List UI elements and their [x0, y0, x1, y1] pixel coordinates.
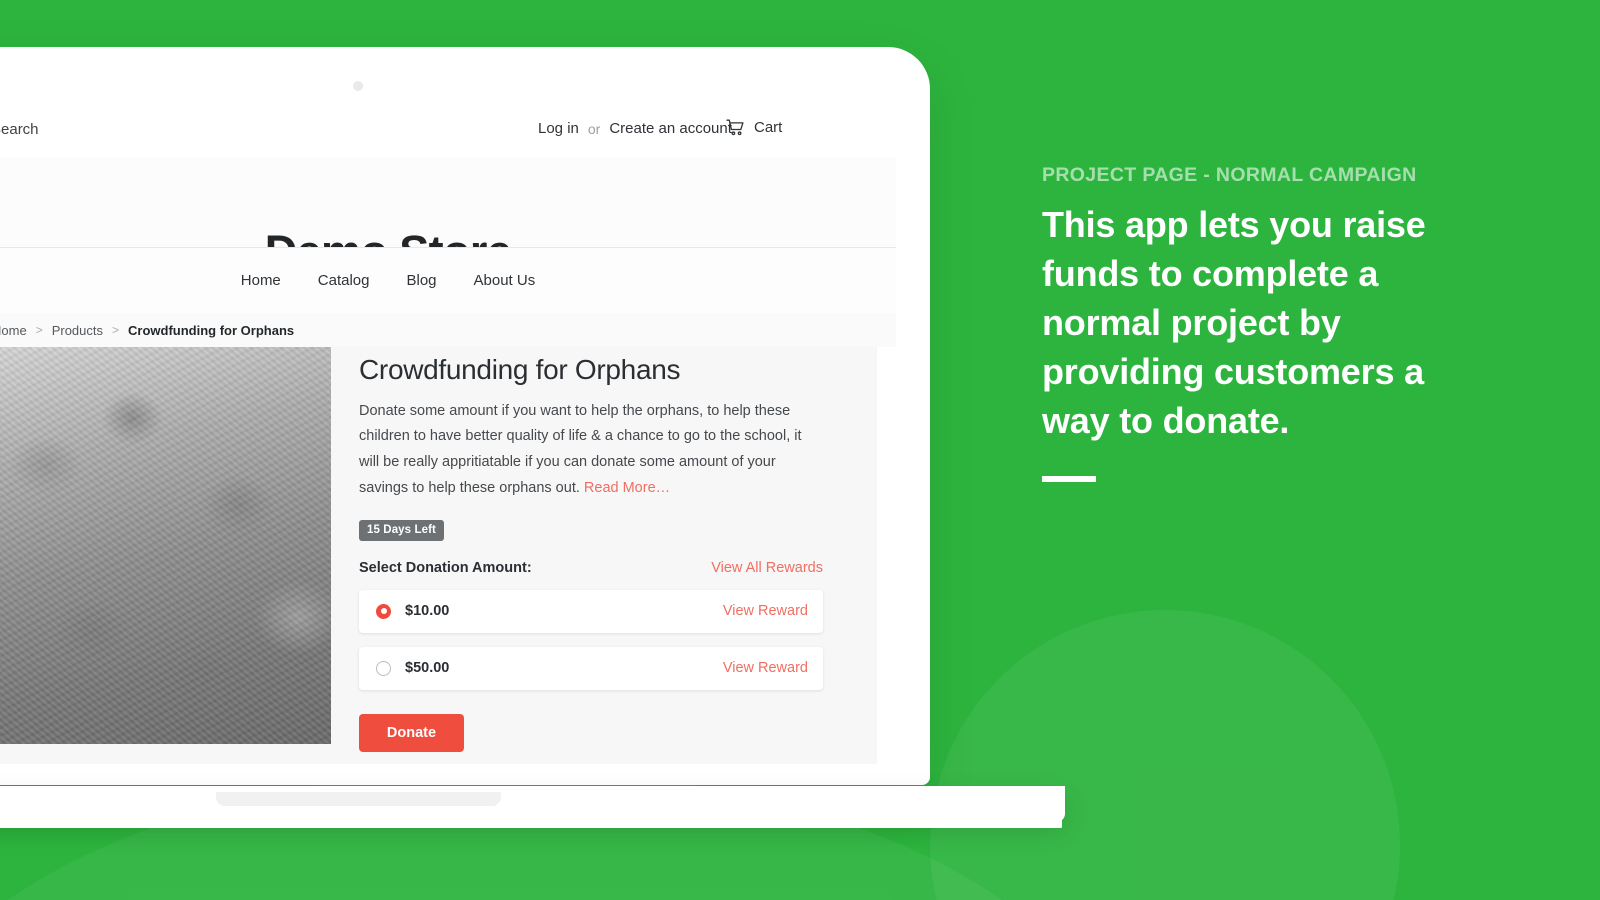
- product-info-panel: Crowdfunding for Orphans Donate some amo…: [359, 353, 829, 752]
- breadcrumb-item-products[interactable]: Products: [52, 323, 103, 338]
- donation-radio-10[interactable]: [376, 603, 391, 619]
- promo-banner: Search Log in or Create an account Car: [0, 0, 1600, 900]
- product-title: Crowdfunding for Orphans: [359, 354, 681, 385]
- or-separator: or: [587, 120, 601, 137]
- read-more-link[interactable]: Read More…: [584, 480, 670, 496]
- shopping-cart-icon: [726, 119, 746, 136]
- laptop-trackpad-notch: [216, 792, 501, 806]
- nav-item-about-us[interactable]: About Us: [474, 272, 536, 289]
- breadcrumb-separator: >: [35, 323, 43, 337]
- product-image-texture: [0, 347, 331, 744]
- promo-underline-rule: [1042, 475, 1096, 482]
- breadcrumb-item-home[interactable]: Home: [0, 323, 27, 338]
- donation-option-left: $50.00: [376, 660, 449, 676]
- promo-headline: This app lets you raise funds to complet…: [1042, 204, 1426, 441]
- laptop-camera-icon: [353, 81, 363, 91]
- breadcrumb: Home > Products > Crowdfunding for Orpha…: [0, 313, 896, 347]
- account-links: Log in or Create an account: [538, 120, 732, 137]
- promo-copy: PROJECT PAGE - NORMAL CAMPAIGN This app …: [1042, 164, 1472, 482]
- product-image: [0, 347, 331, 744]
- nav-list: Home Catalog Blog About Us: [0, 248, 836, 313]
- search-input[interactable]: Search: [0, 121, 39, 138]
- donation-option-left: $10.00: [376, 603, 449, 619]
- product-description: Donate some amount if you want to help t…: [359, 399, 825, 502]
- browser-viewport: Search Log in or Create an account Car: [0, 104, 896, 764]
- product-description-text: Donate some amount if you want to help t…: [359, 402, 802, 496]
- nav-item-home[interactable]: Home: [241, 272, 281, 289]
- cart-label: Cart: [754, 119, 783, 136]
- promo-eyebrow: PROJECT PAGE - NORMAL CAMPAIGN: [1042, 164, 1417, 186]
- donate-button[interactable]: Donate: [359, 713, 464, 752]
- cart-link[interactable]: Cart: [726, 119, 782, 136]
- donation-radio-50[interactable]: [376, 660, 391, 676]
- donation-option-row[interactable]: $50.00 View Reward: [359, 646, 823, 690]
- view-reward-link[interactable]: View Reward: [723, 603, 808, 619]
- utility-bar: Search Log in or Create an account Car: [0, 104, 896, 158]
- breadcrumb-item-current: Crowdfunding for Orphans: [128, 322, 295, 338]
- product-page-content: Crowdfunding for Orphans Donate some amo…: [0, 347, 877, 764]
- store-title-band: Demo Store: [0, 158, 896, 277]
- donation-amount-label: $10.00: [405, 603, 450, 620]
- view-all-rewards-link[interactable]: View All Rewards: [711, 560, 823, 576]
- login-link[interactable]: Log in: [538, 120, 579, 137]
- donation-option-row[interactable]: $10.00 View Reward: [359, 589, 823, 633]
- laptop-base-lip: [0, 800, 1062, 828]
- nav-item-blog[interactable]: Blog: [406, 272, 436, 289]
- donation-amount-label: $50.00: [405, 660, 450, 677]
- create-account-link[interactable]: Create an account: [609, 120, 732, 137]
- donation-section-label: Select Donation Amount:: [359, 559, 532, 576]
- donation-header: Select Donation Amount: View All Rewards: [359, 560, 823, 576]
- view-reward-link[interactable]: View Reward: [723, 660, 808, 676]
- laptop-mockup: Search Log in or Create an account Car: [0, 0, 1100, 900]
- breadcrumb-separator: >: [112, 323, 120, 337]
- main-nav: Home Catalog Blog About Us: [0, 247, 896, 314]
- nav-item-catalog[interactable]: Catalog: [318, 272, 370, 289]
- days-left-badge: 15 Days Left: [359, 519, 444, 541]
